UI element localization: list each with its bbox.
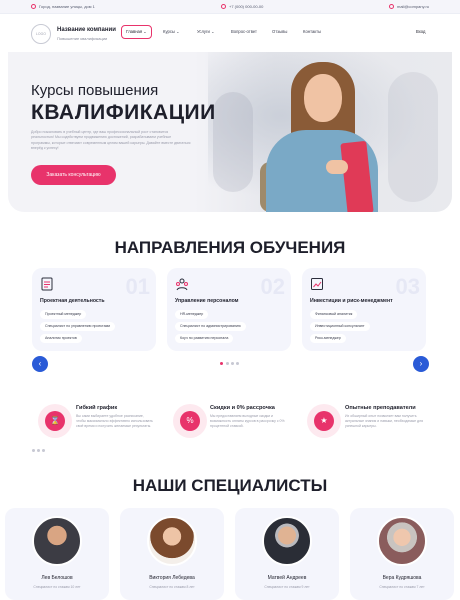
- nav-services[interactable]: Услуги ⌄: [197, 29, 215, 34]
- specialist-role: Специалист по стажам 10 лет: [33, 585, 81, 589]
- card-title: Проектная деятельность: [40, 298, 105, 304]
- specialist-role: Специалист по стажам 7 лет: [379, 585, 425, 589]
- direction-chip[interactable]: Инвестиционный консультант: [310, 322, 370, 331]
- hero-title-line1: Курсы повышения: [31, 82, 159, 99]
- specialist-name: Матвей Андреев: [267, 575, 307, 581]
- avatar: [147, 516, 197, 566]
- chevron-down-icon: ⌄: [143, 29, 147, 34]
- feature-description: Мы предоставляем выгодные скидки и возмо…: [210, 414, 285, 428]
- company-slogan: Повышение квалификации: [57, 36, 108, 41]
- nav-reviews[interactable]: Отзывы: [272, 29, 287, 34]
- direction-chip[interactable]: Коуч по развитию персонала: [175, 334, 234, 343]
- card-title: Инвестиции и риск-менеджмент: [310, 298, 393, 304]
- login-link[interactable]: Вход: [416, 29, 425, 34]
- hero-title-line2: КВАЛИФИКАЦИИ: [31, 101, 216, 124]
- chevron-down-icon: ⌄: [176, 29, 180, 34]
- features-dot[interactable]: [32, 449, 35, 452]
- mail-icon: [389, 3, 394, 9]
- chevron-right-icon: ›: [419, 359, 423, 368]
- hero-description: Добро пожаловать в учебный центр, где ва…: [31, 130, 191, 150]
- slider-dot[interactable]: [236, 362, 239, 365]
- feature-icon-wrap: %: [173, 404, 207, 438]
- address-text: Город, название улицы, дом 1: [39, 4, 95, 9]
- specialist-role: Специалист по стажам 8 лет: [149, 585, 195, 589]
- team-icon: [176, 278, 188, 291]
- location-icon: [31, 3, 36, 9]
- card-number: 01: [125, 274, 150, 299]
- feature-icon-wrap: ★: [307, 404, 341, 438]
- slider-dot-active[interactable]: [220, 362, 223, 365]
- features-dot[interactable]: [37, 449, 40, 452]
- specialist-card[interactable]: Вера Кудряшова Специалист по стажам 7 ле…: [350, 508, 454, 600]
- specialist-role: Специалист по стажам 9 лет: [264, 585, 310, 589]
- top-info-bar: Город, название улицы, дом 1 +7 (000) 00…: [0, 0, 460, 14]
- slider-dot[interactable]: [226, 362, 229, 365]
- specialist-name: Виктория Лебедева: [149, 575, 195, 581]
- direction-card[interactable]: 01 Проектная деятельность Проектный мене…: [32, 268, 156, 351]
- direction-chip[interactable]: Проектный менеджер: [40, 310, 87, 319]
- specialist-card[interactable]: Матвей Андреев Специалист по стажам 9 ле…: [235, 508, 339, 600]
- nav-home-label: Главная: [126, 29, 143, 34]
- percent-icon: %: [180, 411, 200, 431]
- features-dot[interactable]: [42, 449, 45, 452]
- background-figure: [388, 72, 438, 202]
- phone-link[interactable]: +7 (000) 000-00-00: [229, 4, 263, 9]
- teacher-icon: ★: [314, 411, 334, 431]
- direction-chip[interactable]: HR-менеджер: [175, 310, 209, 319]
- company-name: Название компании: [57, 27, 116, 33]
- site-header: LOGO Название компании Повышение квалифи…: [0, 14, 460, 52]
- card-number: 02: [260, 274, 285, 299]
- direction-chip[interactable]: Финансовый аналитик: [310, 310, 358, 319]
- nav-services-label: Услуги: [197, 29, 210, 34]
- chevron-down-icon: ⌄: [211, 29, 215, 34]
- card-number: 03: [395, 274, 420, 299]
- student-face: [304, 74, 342, 122]
- direction-chip[interactable]: Специалист по управлению проектами: [40, 322, 116, 331]
- chart-icon: [311, 278, 323, 290]
- direction-chip[interactable]: Риск-менеджер: [310, 334, 346, 343]
- feature-description: Их обширный опыт позволяет вам получить …: [345, 414, 424, 428]
- logo[interactable]: LOGO: [31, 24, 51, 44]
- direction-chip[interactable]: Аналитик проектов: [40, 334, 82, 343]
- nav-faq[interactable]: Вопрос-ответ: [231, 29, 257, 34]
- feature-title: Опытные преподаватели: [345, 405, 416, 411]
- feature-description: Вы сами выбираете удобное расписание, чт…: [76, 414, 153, 428]
- nav-courses[interactable]: Курсы ⌄: [163, 29, 180, 34]
- avatar: [32, 516, 82, 566]
- chevron-left-icon: ‹: [38, 359, 42, 368]
- card-title: Управление персоналом: [175, 298, 239, 304]
- phone-icon: [221, 3, 226, 9]
- nav-contacts[interactable]: Контакты: [303, 29, 321, 34]
- specialist-card[interactable]: Лев Белошов Специалист по стажам 10 лет: [5, 508, 109, 600]
- slider-dot[interactable]: [231, 362, 234, 365]
- specialist-card[interactable]: Виктория Лебедева Специалист по стажам 8…: [120, 508, 224, 600]
- specialist-name: Лев Белошов: [41, 575, 73, 581]
- directions-heading: НАПРАВЛЕНИЯ ОБУЧЕНИЯ: [114, 238, 346, 257]
- feature-title: Скидки и 0% рассрочка: [210, 405, 275, 411]
- feature-icon-wrap: ⌛: [38, 404, 72, 438]
- slider-prev-button[interactable]: ‹: [32, 356, 48, 372]
- consultation-button[interactable]: Заказать консультацию: [31, 165, 116, 185]
- direction-chip[interactable]: Специалист по администрированию: [175, 322, 246, 331]
- student-hand: [326, 160, 348, 174]
- project-icon: [41, 277, 53, 291]
- background-figure: [213, 92, 253, 192]
- direction-card[interactable]: 03 Инвестиции и риск-менеджмент Финансов…: [302, 268, 426, 351]
- nav-home[interactable]: Главная ⌄: [121, 25, 152, 39]
- specialists-heading: НАШИ СПЕЦИАЛИСТЫ: [132, 476, 328, 495]
- avatar: [262, 516, 312, 566]
- direction-card[interactable]: 02 Управление персоналом HR-менеджер Спе…: [167, 268, 291, 351]
- hourglass-icon: ⌛: [45, 411, 65, 431]
- slider-next-button[interactable]: ›: [413, 356, 429, 372]
- nav-courses-label: Курсы: [163, 29, 175, 34]
- feature-title: Гибкий график: [76, 405, 118, 411]
- specialist-name: Вера Кудряшова: [382, 575, 422, 581]
- avatar: [377, 516, 427, 566]
- email-link[interactable]: mail@company.ru: [397, 4, 429, 9]
